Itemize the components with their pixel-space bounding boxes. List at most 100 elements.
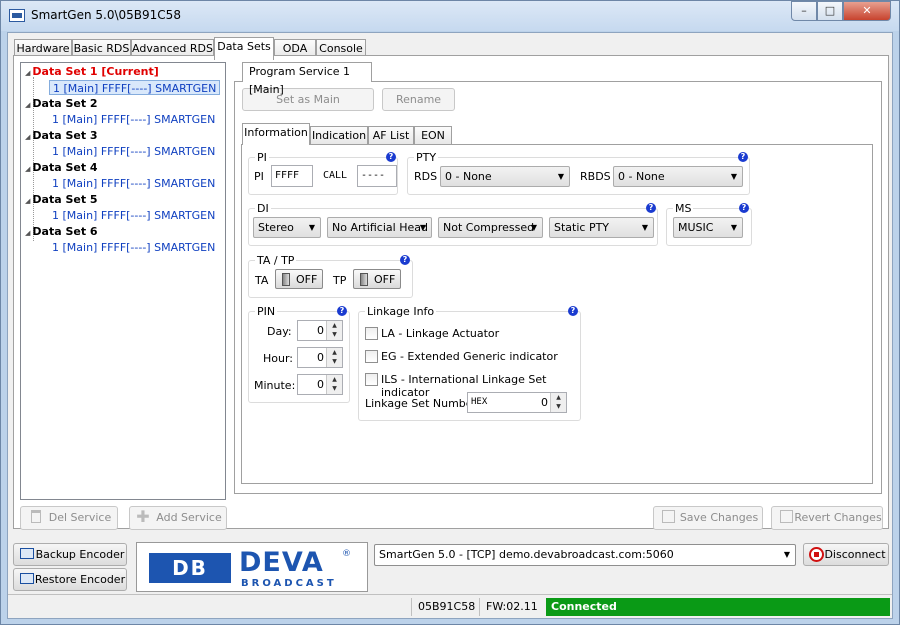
connection-value: SmartGen 5.0 - [TCP] demo.devabroadcast.… <box>379 548 674 561</box>
ta-toggle[interactable]: OFF <box>275 269 323 289</box>
tree-set-label: Data Set 3 <box>32 129 98 142</box>
tab-information[interactable]: Information <box>242 123 310 145</box>
pin-group: PIN ? Day: 0 ▲ ▼ Hour: 0 ▲ ▼ Minute: 0 ▲ ▼ <box>248 305 350 403</box>
close-button[interactable]: ✕ <box>843 1 891 21</box>
lsn-spinner[interactable]: HEX 0 ▲ ▼ <box>467 392 567 413</box>
expand-icon: ◢ <box>25 165 31 173</box>
status-connected: Connected <box>546 598 890 616</box>
tree-service-4[interactable]: 1 [Main] FFFF[----] SMARTGEN <box>49 176 218 191</box>
help-icon[interactable]: ? <box>386 152 396 162</box>
backup-label: Backup Encoder <box>35 548 125 561</box>
tree-service-3[interactable]: 1 [Main] FFFF[----] SMARTGEN <box>49 144 218 159</box>
tree-set-label: Data Set 4 <box>32 161 98 174</box>
chevron-down-icon: ▼ <box>557 172 564 181</box>
day-spinner[interactable]: 0 ▲ ▼ <box>297 320 343 341</box>
di-group-title: DI <box>255 202 271 215</box>
help-icon[interactable]: ? <box>337 306 347 316</box>
help-icon[interactable]: ? <box>568 306 578 316</box>
tree-service-1[interactable]: 1 [Main] FFFF[----] SMARTGEN <box>49 80 221 95</box>
tree-data-set-6[interactable]: ◢ Data Set 6 <box>25 225 98 238</box>
hour-spinner[interactable]: 0 ▲ ▼ <box>297 347 343 368</box>
chevron-down-icon: ▼ <box>730 223 737 232</box>
ils-checkbox[interactable] <box>365 373 378 386</box>
help-icon[interactable]: ? <box>738 152 748 162</box>
help-icon[interactable]: ? <box>400 255 410 265</box>
deva-logo: DB DEVA ® BROADCAST <box>136 542 368 592</box>
la-checkbox[interactable] <box>365 327 378 340</box>
expand-icon: ◢ <box>25 101 31 109</box>
pi-group: PI ? PI FFFF CALL ---- <box>248 151 398 195</box>
help-icon[interactable]: ? <box>739 203 749 213</box>
spin-down-icon[interactable]: ▼ <box>550 402 566 412</box>
eg-checkbox[interactable] <box>365 350 378 363</box>
tree-data-set-4[interactable]: ◢ Data Set 4 <box>25 161 98 174</box>
minute-spinner[interactable]: 0 ▲ ▼ <box>297 374 343 395</box>
toggle-knob <box>282 273 290 286</box>
title-bar: SmartGen 5.0\05B91C58 – □ ✕ <box>1 1 899 31</box>
restore-encoder-button[interactable]: Restore Encoder <box>13 568 127 591</box>
tab-data-sets[interactable]: Data Sets <box>214 37 274 60</box>
backup-encoder-button[interactable]: Backup Encoder <box>13 543 127 566</box>
rds-pty-select[interactable]: 0 - None ▼ <box>440 166 570 187</box>
ms-select[interactable]: MUSIC ▼ <box>673 217 743 238</box>
logo-subtext: BROADCAST <box>241 578 337 589</box>
connection-select[interactable]: SmartGen 5.0 - [TCP] demo.devabroadcast.… <box>374 544 796 566</box>
maximize-button[interactable]: □ <box>817 1 843 21</box>
linkage-group-title: Linkage Info <box>365 305 437 318</box>
save-changes-button[interactable]: Save Changes <box>653 506 763 530</box>
revert-changes-button[interactable]: Revert Changes <box>771 506 883 530</box>
close-icon: ✕ <box>862 4 872 17</box>
minimize-button[interactable]: – <box>791 1 817 21</box>
maximize-icon: □ <box>824 4 836 17</box>
call-field[interactable]: ---- <box>357 165 397 187</box>
di-compressed-select[interactable]: Not Compressed ▼ <box>438 217 543 238</box>
chevron-down-icon: ▼ <box>530 223 537 232</box>
di-head-select[interactable]: No Artificial Head ▼ <box>327 217 432 238</box>
di-pty-select[interactable]: Static PTY ▼ <box>549 217 654 238</box>
tree-data-set-5[interactable]: ◢ Data Set 5 <box>25 193 98 206</box>
hour-label: Hour: <box>263 352 294 365</box>
pi-label: PI <box>254 170 264 183</box>
tree-service-6[interactable]: 1 [Main] FFFF[----] SMARTGEN <box>49 240 218 255</box>
tab-indication[interactable]: Indication <box>310 126 368 145</box>
rename-button[interactable]: Rename <box>382 88 455 111</box>
lsn-label: Linkage Set Number <box>365 397 478 410</box>
tab-af-list[interactable]: AF List <box>368 126 414 145</box>
di-head-value: No Artificial Head <box>332 221 428 234</box>
tab-eon[interactable]: EON <box>414 126 452 145</box>
disconnect-button[interactable]: Disconnect <box>803 543 889 566</box>
tree-data-set-1[interactable]: ◢ Data Set 1 [Current] <box>25 65 159 78</box>
pi-field[interactable]: FFFF <box>271 165 313 187</box>
backup-icon <box>20 548 34 559</box>
tree-data-set-3[interactable]: ◢ Data Set 3 <box>25 129 98 142</box>
minute-value: 0 <box>317 378 324 391</box>
help-icon[interactable]: ? <box>646 203 656 213</box>
tree-service-2[interactable]: 1 [Main] FFFF[----] SMARTGEN <box>49 112 218 127</box>
tp-toggle[interactable]: OFF <box>353 269 401 289</box>
tree-set-label: Data Set 6 <box>32 225 98 238</box>
spin-down-icon[interactable]: ▼ <box>326 384 342 394</box>
spin-down-icon[interactable]: ▼ <box>326 357 342 367</box>
restore-label: Restore Encoder <box>34 573 126 586</box>
del-service-button[interactable]: Del Service <box>20 506 118 530</box>
data-set-tree[interactable]: ◢ Data Set 1 [Current] 1 [Main] FFFF[----… <box>20 62 226 500</box>
spin-down-icon[interactable]: ▼ <box>326 330 342 340</box>
logo-text: DEVA <box>239 547 324 578</box>
add-service-button[interactable]: ✚ Add Service <box>129 506 227 530</box>
call-label: CALL <box>323 170 348 181</box>
rbds-label: RBDS <box>580 170 611 183</box>
di-pty-value: Static PTY <box>554 221 610 234</box>
minimize-icon: – <box>801 4 807 17</box>
di-stereo-select[interactable]: Stereo ▼ <box>253 217 321 238</box>
la-label: LA - Linkage Actuator <box>381 327 500 340</box>
tab-program-service[interactable]: Program Service 1 [Main] <box>242 62 372 96</box>
day-label: Day: <box>267 325 292 338</box>
tree-service-5[interactable]: 1 [Main] FFFF[----] SMARTGEN <box>49 208 218 223</box>
tree-data-set-2[interactable]: ◢ Data Set 2 <box>25 97 98 110</box>
di-compressed-value: Not Compressed <box>443 221 535 234</box>
status-bar: 05B91C58 FW:02.11 Connected <box>8 594 892 617</box>
app-icon <box>9 9 25 22</box>
chevron-down-icon: ▼ <box>783 550 790 559</box>
pty-group: PTY ? RDS 0 - None ▼ RBDS 0 - None ▼ <box>407 151 750 195</box>
rbds-pty-select[interactable]: 0 - None ▼ <box>613 166 743 187</box>
